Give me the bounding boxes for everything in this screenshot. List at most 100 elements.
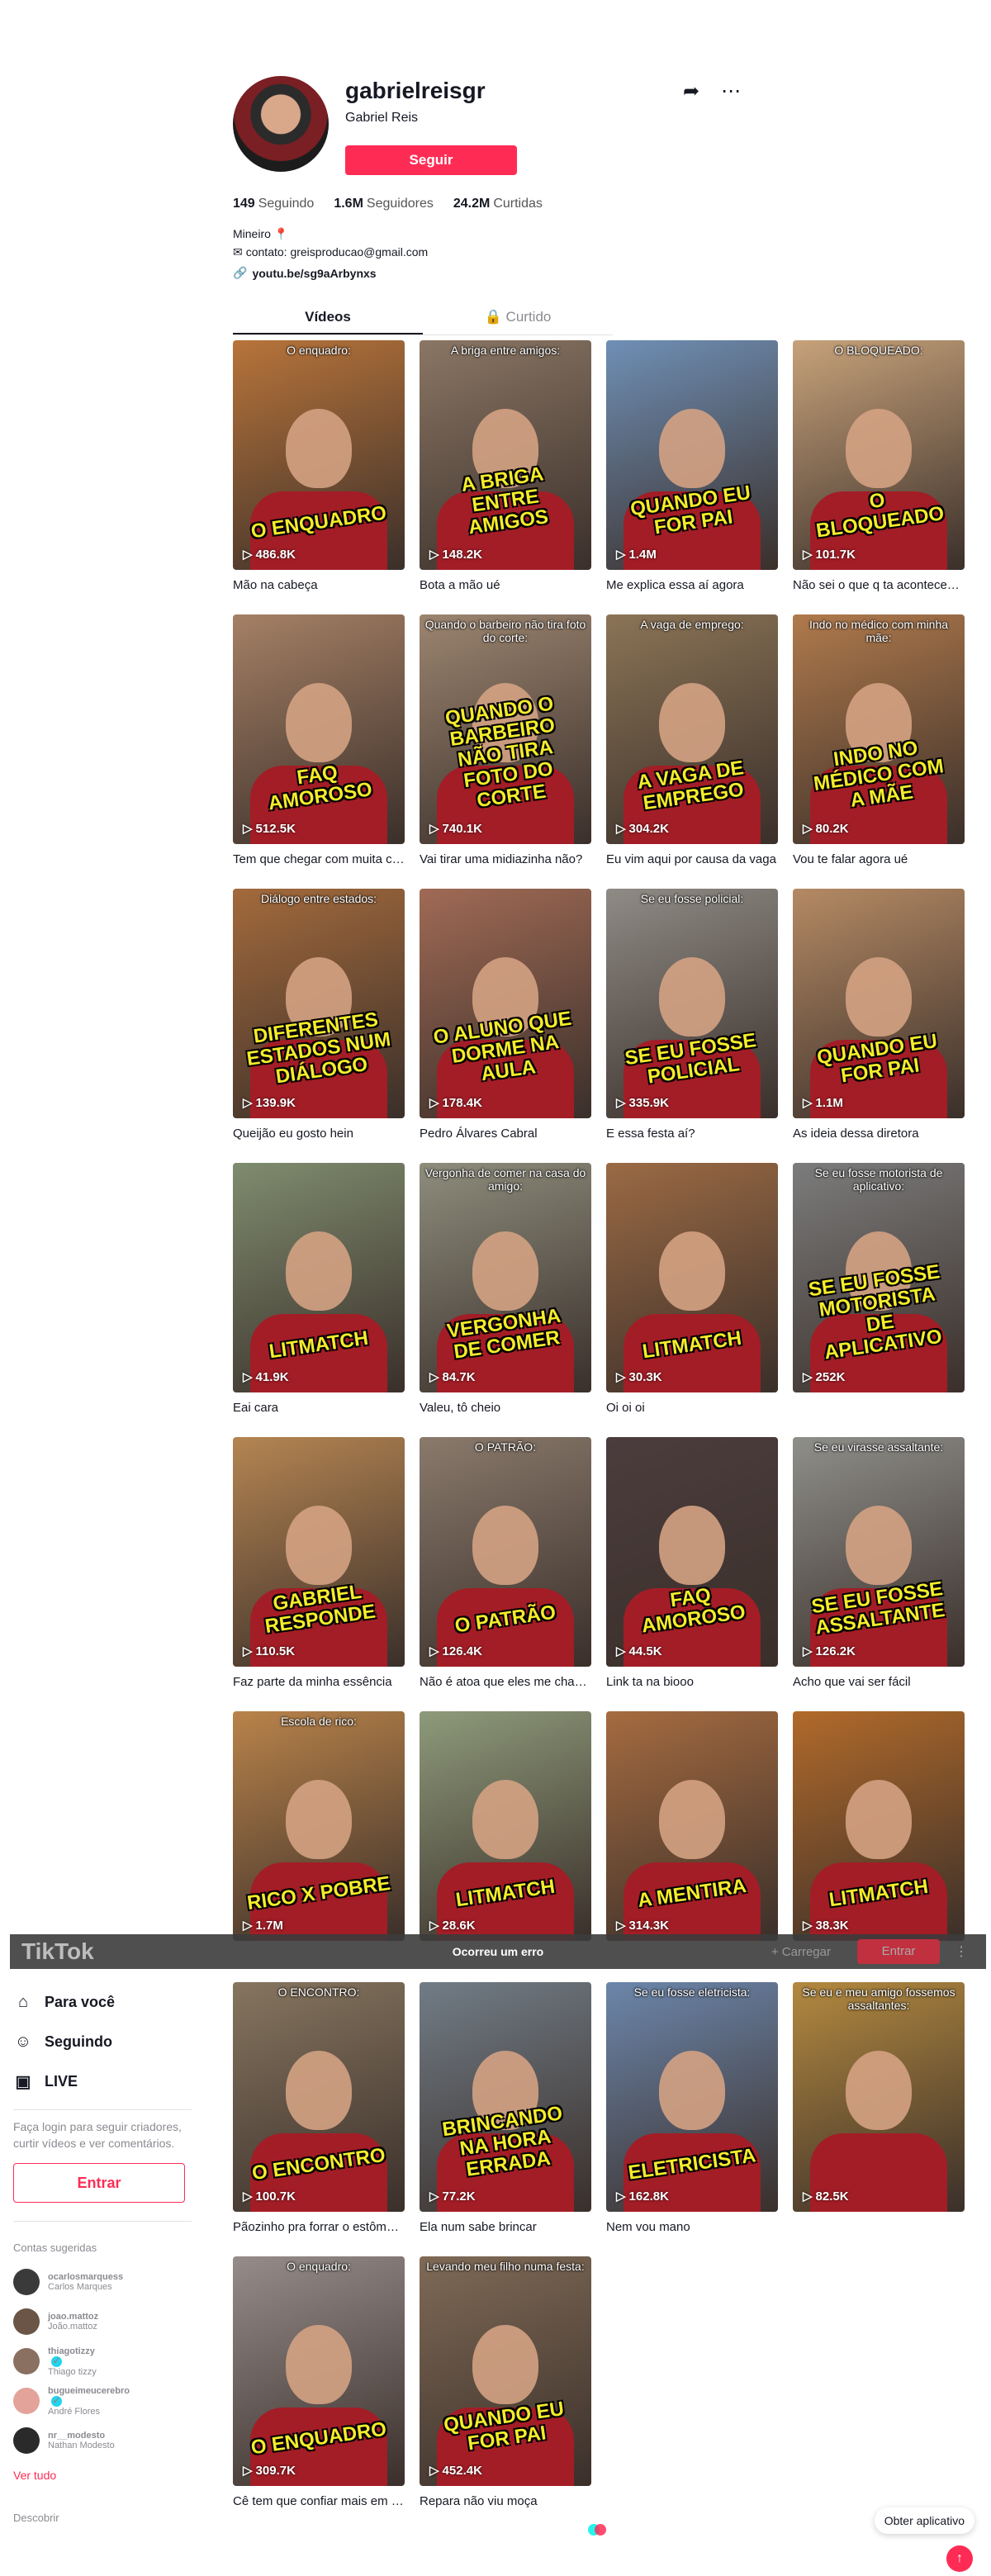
video-thumbnail[interactable]: O PATRÃO: O PATRÃO ▷ 126.4K [420,1437,591,1667]
video-card[interactable]: Se eu virasse assaltante: SE EU FOSSE ASS… [793,1437,965,1689]
video-thumbnail[interactable]: QUANDO EU FOR PAI ▷ 1.1M [793,889,965,1118]
video-thumbnail[interactable]: LITMATCH ▷ 41.9K [233,1163,405,1392]
video-card[interactable]: A vaga de emprego: A VAGA DE EMPREGO ▷ 304.… [606,614,778,866]
video-card[interactable]: GABRIEL RESPONDE ▷ 110.5K Faz parte da minh… [233,1437,405,1689]
video-description[interactable]: Bota a mão ué [420,578,591,592]
video-description[interactable]: Acho que vai ser fácil [793,1675,965,1689]
avatar[interactable] [13,2308,40,2335]
scroll-top-icon[interactable]: ↑ [946,2545,973,2572]
video-description[interactable]: Queijão eu gosto hein [233,1127,405,1141]
video-description[interactable]: Faz parte da minha essência [233,1675,405,1689]
video-card[interactable]: Indo no médico com minha mãe: INDO NO MÉD… [793,614,965,866]
video-card[interactable]: O BLOQUEADO: O BLOQUEADO ▷ 101.7K Não sei o … [793,340,965,592]
bio-link-text[interactable]: youtu.be/sg9aArbynxs [252,267,376,280]
video-card[interactable]: LITMATCH ▷ 30.3K Oi oi oi [606,1163,778,1415]
bio-link[interactable]: 🔗 youtu.be/sg9aArbynxs [233,266,377,280]
video-description[interactable]: Pãozinho pra forrar o estômago [233,2220,405,2234]
video-description[interactable]: Pedro Álvares Cabral [420,1127,591,1141]
video-thumbnail[interactable]: Levando meu filho numa festa: QUANDO EU F… [420,2256,591,2486]
video-card[interactable]: Escola de rico: RICO X POBRE ▷ 1.7M [233,1711,405,1949]
video-thumbnail[interactable]: O enquadro: O ENQUADRO ▷ 486.8K [233,340,405,570]
video-card[interactable]: LITMATCH ▷ 28.6K [420,1711,591,1949]
video-description[interactable]: Não é atoa que eles me chamam [420,1675,591,1689]
suggested-account[interactable]: thiagotizzy ✓ Thiago tizzy [13,2341,192,2381]
video-card[interactable]: Levando meu filho numa festa: QUANDO EU F… [420,2256,591,2508]
video-thumbnail[interactable]: Diálogo entre estados: DIFERENTES ESTADOS… [233,889,405,1118]
video-card[interactable]: QUANDO EU FOR PAI ▷ 1.4M Me explica essa aí… [606,340,778,592]
video-thumbnail[interactable]: Se eu virasse assaltante: SE EU FOSSE ASS… [793,1437,965,1667]
video-card[interactable]: Se eu e meu amigo fossemos assaltantes: ▷… [793,1982,965,2220]
follow-button[interactable]: Seguir [345,145,517,175]
video-description[interactable]: As ideia dessa diretora [793,1127,965,1141]
video-card[interactable]: FAQ AMOROSO ▷ 512.5K Tem que chegar com mui… [233,614,405,866]
video-description[interactable]: Link ta na biooo [606,1675,778,1689]
video-card[interactable]: O ENCONTRO: O ENCONTRO ▷ 100.7K Pãozinho pra… [233,1982,405,2234]
avatar[interactable] [13,2269,40,2295]
video-thumbnail[interactable]: A MENTIRA ▷ 314.3K [606,1711,778,1941]
tiktok-logo[interactable]: TikTok [21,1938,94,1965]
video-thumbnail[interactable]: FAQ AMOROSO ▷ 44.5K [606,1437,778,1667]
video-card[interactable]: O ALUNO QUE DORME NA AULA ▷ 178.4K Pedro Ál… [420,889,591,1141]
video-description[interactable]: Não sei o que q ta acontecendo [793,578,965,592]
video-description[interactable]: Valeu, tô cheio [420,1401,591,1415]
video-card[interactable]: A MENTIRA ▷ 314.3K [606,1711,778,1949]
video-card[interactable]: QUANDO EU FOR PAI ▷ 1.1M As ideia dessa dir… [793,889,965,1141]
video-card[interactable]: FAQ AMOROSO ▷ 44.5K Link ta na biooo [606,1437,778,1689]
video-thumbnail[interactable]: BRINCANDO NA HORA ERRADA ▷ 77.2K [420,1982,591,2212]
video-card[interactable]: Diálogo entre estados: DIFERENTES ESTADOS… [233,889,405,1141]
avatar[interactable] [13,2427,40,2454]
more-icon[interactable]: ⋯ [721,79,741,103]
video-description[interactable]: Mão na cabeça [233,578,405,592]
video-thumbnail[interactable]: LITMATCH ▷ 28.6K [420,1711,591,1941]
video-description[interactable]: Eai cara [233,1401,405,1415]
video-card[interactable]: Quando o barbeiro não tira foto do corte… [420,614,591,866]
video-thumbnail[interactable]: O BLOQUEADO: O BLOQUEADO ▷ 101.7K [793,340,965,570]
video-thumbnail[interactable]: Vergonha de comer na casa do amigo: VERGO… [420,1163,591,1392]
video-description[interactable]: E essa festa aí? [606,1127,778,1141]
nav-for-you[interactable]: ⌂ Para você [13,1982,192,2022]
video-card[interactable]: O PATRÃO: O PATRÃO ▷ 126.4K Não é atoa que e… [420,1437,591,1689]
topbar-login-button[interactable]: Entrar [857,1939,940,1964]
share-icon[interactable]: ➦ [683,79,699,103]
video-thumbnail[interactable]: O ALUNO QUE DORME NA AULA ▷ 178.4K [420,889,591,1118]
video-card[interactable]: O enquadro: O ENQUADRO ▷ 309.7K Cê tem que c… [233,2256,405,2508]
avatar[interactable] [233,76,329,172]
video-thumbnail[interactable]: Quando o barbeiro não tira foto do corte… [420,614,591,844]
more-icon[interactable]: ⋮ [955,1943,968,1960]
video-card[interactable]: LITMATCH ▷ 41.9K Eai cara [233,1163,405,1415]
suggested-account[interactable]: bugueimeucerebro ✓ André Flores [13,2381,192,2421]
video-description[interactable]: Eu vim aqui por causa da vaga [606,852,778,866]
video-description[interactable]: Vou te falar agora ué [793,852,965,866]
video-description[interactable]: Tem que chegar com muita calma [233,852,405,866]
suggested-account[interactable]: nr__modesto Nathan Modesto [13,2421,192,2460]
video-description[interactable]: Ela num sabe brincar [420,2220,591,2234]
suggested-account[interactable]: joao.mattoz João.mattoz [13,2302,192,2341]
upload-button[interactable]: + Carregar [771,1945,831,1959]
video-thumbnail[interactable]: Indo no médico com minha mãe: INDO NO MÉD… [793,614,965,844]
see-all-link[interactable]: Ver tudo [13,2469,192,2482]
get-app-button[interactable]: Obter aplicativo [874,2507,974,2534]
video-thumbnail[interactable]: LITMATCH ▷ 30.3K [606,1163,778,1392]
video-description[interactable]: Vai tirar uma midiazinha não? [420,852,591,866]
video-thumbnail[interactable]: FAQ AMOROSO ▷ 512.5K [233,614,405,844]
stat-followers[interactable]: 1.6M Seguidores [334,197,434,211]
video-description[interactable]: Repara não viu moça [420,2494,591,2508]
video-thumbnail[interactable]: Se eu fosse eletricista: ELETRICISTA ▷ 162.… [606,1982,778,2212]
video-card[interactable]: Vergonha de comer na casa do amigo: VERGO… [420,1163,591,1415]
video-thumbnail[interactable]: GABRIEL RESPONDE ▷ 110.5K [233,1437,405,1667]
video-thumbnail[interactable]: Se eu fosse policial: SE EU FOSSE POLICIA… [606,889,778,1118]
video-description[interactable]: Cê tem que confiar mais em mim [233,2494,405,2508]
video-thumbnail[interactable]: O ENCONTRO: O ENCONTRO ▷ 100.7K [233,1982,405,2212]
video-thumbnail[interactable]: Se eu e meu amigo fossemos assaltantes: ▷… [793,1982,965,2212]
suggested-account[interactable]: ocarlosmarquess Carlos Marques [13,2262,192,2302]
video-thumbnail[interactable]: A vaga de emprego: A VAGA DE EMPREGO ▷ 304.… [606,614,778,844]
avatar[interactable] [13,2388,40,2414]
nav-following[interactable]: ☺ Seguindo [13,2022,192,2061]
nav-live[interactable]: ▣ LIVE [13,2061,192,2101]
video-description[interactable]: Me explica essa aí agora [606,578,778,592]
video-card[interactable]: BRINCANDO NA HORA ERRADA ▷ 77.2K Ela num sa… [420,1982,591,2234]
video-card[interactable]: Se eu fosse eletricista: ELETRICISTA ▷ 162.… [606,1982,778,2234]
avatar[interactable] [13,2348,40,2374]
video-description[interactable]: Oi oi oi [606,1401,778,1415]
video-thumbnail[interactable]: QUANDO EU FOR PAI ▷ 1.4M [606,340,778,570]
